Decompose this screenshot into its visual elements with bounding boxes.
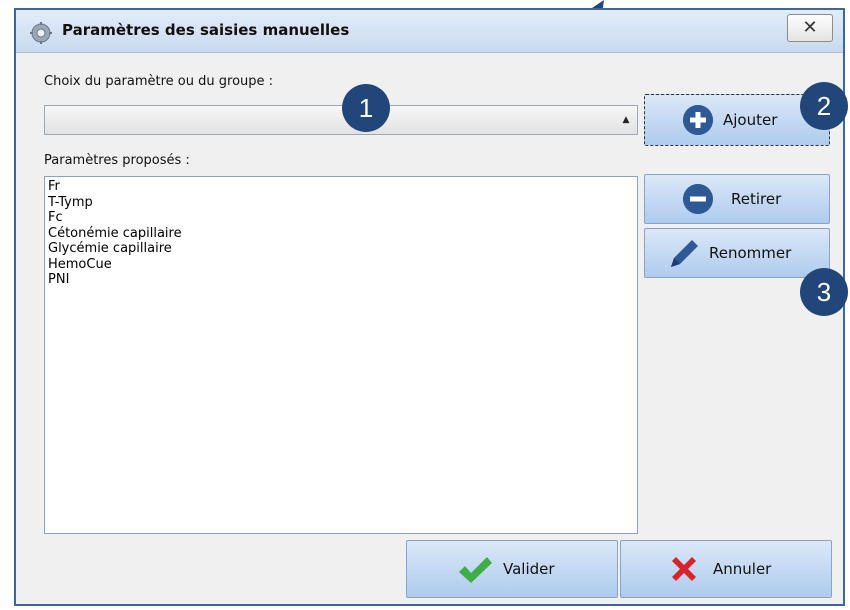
rename-button-label: Renommer <box>709 244 792 262</box>
title-bar: Paramètres des saisies manuelles ✕ <box>16 10 843 53</box>
remove-button-label: Retirer <box>731 190 782 208</box>
list-item[interactable]: Glycémie capillaire <box>48 241 634 257</box>
rename-button[interactable]: Renommer <box>644 228 830 278</box>
remove-button[interactable]: Retirer <box>644 174 830 224</box>
choice-label: Choix du paramètre ou du groupe : <box>44 74 274 89</box>
proposed-parameters-list[interactable]: Fr T-Tymp Fc Cétonémie capillaire Glycém… <box>44 176 638 534</box>
add-button-label: Ajouter <box>723 111 778 129</box>
window-title: Paramètres des saisies manuelles <box>62 21 350 39</box>
dropdown-arrow-icon[interactable]: ▲ <box>615 106 637 134</box>
parameter-combobox[interactable]: ▲ <box>44 105 638 135</box>
plus-circle-icon <box>683 105 713 135</box>
minus-circle-icon <box>683 184 713 214</box>
close-button[interactable]: ✕ <box>787 14 833 42</box>
ok-button-label: Valider <box>503 560 555 578</box>
ok-button[interactable]: Valider <box>406 540 618 598</box>
annotation-badge-1: 1 <box>342 84 390 132</box>
annotation-badge-2: 2 <box>800 82 848 130</box>
cancel-button-label: Annuler <box>713 560 772 578</box>
annotation-badge-3: 3 <box>800 268 848 316</box>
gear-icon <box>30 22 52 44</box>
x-icon <box>672 557 696 581</box>
list-item[interactable]: Fc <box>48 210 634 226</box>
list-item[interactable]: Fr <box>48 179 634 195</box>
list-item[interactable]: Cétonémie capillaire <box>48 226 634 242</box>
dialog-window: Paramètres des saisies manuelles ✕ Choix… <box>14 8 848 606</box>
proposed-label: Paramètres proposés : <box>44 153 190 168</box>
list-item[interactable]: PNI <box>48 272 634 288</box>
list-item[interactable]: T-Tymp <box>48 195 634 211</box>
cancel-button[interactable]: Annuler <box>620 540 832 598</box>
pencil-icon <box>671 240 698 267</box>
list-item[interactable]: HemoCue <box>48 257 634 273</box>
check-icon <box>459 557 492 583</box>
